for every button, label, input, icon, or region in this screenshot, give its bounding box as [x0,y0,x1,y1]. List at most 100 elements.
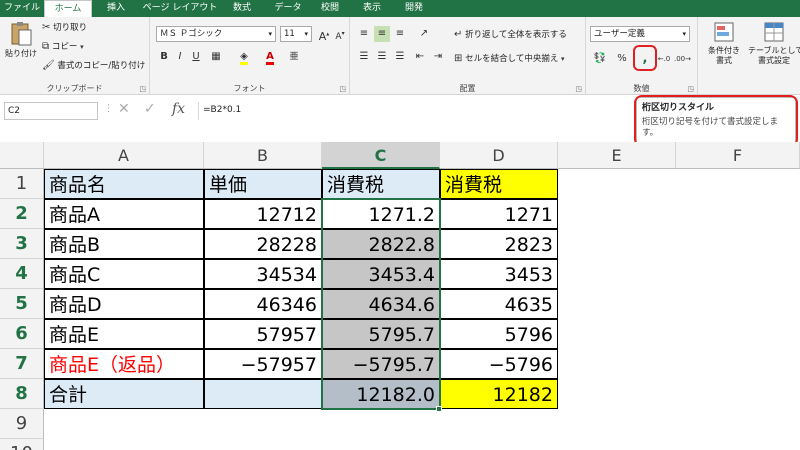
cancel-icon[interactable]: ✕ [118,101,130,117]
font-name-select[interactable]: ＭＳ Ｐゴシック ▾ [156,26,276,42]
cell-b7[interactable]: −57957 [204,349,322,379]
enter-icon[interactable]: ✓ [144,101,156,117]
dialog-launcher-icon[interactable]: ◳ [575,85,582,93]
tab-view[interactable]: 表示 [352,0,392,17]
row-header-3[interactable]: 3 [0,229,44,259]
cell-b1[interactable]: 単価 [204,169,322,199]
increase-decimal-button[interactable]: ←.0 [656,51,672,67]
dialog-launcher-icon[interactable]: ◳ [339,85,346,93]
italic-button[interactable]: I [172,49,188,65]
phonetic-button[interactable]: 亜 [286,49,302,65]
copy-button[interactable]: ⧉ コピー ▾ [42,40,84,52]
column-header-f[interactable]: F [676,142,800,169]
shrink-font-button[interactable]: A▾ [332,26,348,42]
row-header-1[interactable]: 1 [0,169,44,199]
cut-button[interactable]: ✂ 切り取り [42,21,87,33]
cell-a4[interactable]: 商品C [44,259,204,289]
cell-b2[interactable]: 12712 [204,199,322,229]
align-center-button[interactable]: ☰ [374,49,390,65]
cell-c5[interactable]: 4634.6 [322,289,440,319]
align-right-button[interactable]: ☰ [392,49,408,65]
row-header-9[interactable]: 9 [0,409,44,439]
align-bottom-button[interactable]: ≡ [392,26,408,42]
formula-input[interactable]: =B2*0.1 [198,102,638,120]
number-format-select[interactable]: ユーザー定義 ▾ [590,26,690,42]
tab-home[interactable]: ホーム [44,0,92,17]
tab-data[interactable]: データ [268,0,308,17]
cell-b6[interactable]: 57957 [204,319,322,349]
tab-formulas[interactable]: 数式 [222,0,262,17]
cell-a2[interactable]: 商品A [44,199,204,229]
format-as-table-button[interactable]: テーブルとして 書式設定 [748,21,800,66]
row-header-7[interactable]: 7 [0,349,44,379]
cell-d1[interactable]: 消費税 [440,169,558,199]
cell-c7[interactable]: −5795.7 [322,349,440,379]
borders-button[interactable]: ▦ [208,49,224,65]
cell-d8[interactable]: 12182 [440,379,558,409]
bold-button[interactable]: B [156,49,172,65]
tab-review[interactable]: 校閲 [310,0,350,17]
cell-b8[interactable] [204,379,322,409]
wrap-text-button[interactable]: ↵ 折り返して全体を表示する [454,28,567,40]
row-header-10[interactable]: 10 [0,439,44,450]
decrease-decimal-button[interactable]: .00→ [674,51,691,67]
cell-a7[interactable]: 商品E（返品） [44,349,204,379]
align-top-button[interactable]: ≡ [356,26,372,42]
font-color-button[interactable]: A [262,49,278,65]
conditional-formatting-button[interactable]: 条件付き 書式 [702,21,746,66]
cell-a8[interactable]: 合計 [44,379,204,409]
orientation-button[interactable]: ↗ [416,26,432,42]
row-header-4[interactable]: 4 [0,259,44,289]
cell-c1[interactable]: 消費税 [322,169,440,199]
row-header-6[interactable]: 6 [0,319,44,349]
column-header-c[interactable]: C [322,142,440,169]
cell-b5[interactable]: 46346 [204,289,322,319]
cell-c4[interactable]: 3453.4 [322,259,440,289]
cell-d3[interactable]: 2823 [440,229,558,259]
cell-a6[interactable]: 商品E [44,319,204,349]
increase-indent-button[interactable]: ⇥ [430,49,446,65]
cell-d7[interactable]: −5796 [440,349,558,379]
cell-b4[interactable]: 34534 [204,259,322,289]
dialog-launcher-icon[interactable]: ◳ [139,85,146,93]
paste-button[interactable]: 貼り付け [4,21,38,59]
cell-d4[interactable]: 3453 [440,259,558,289]
accounting-format-button[interactable]: 💱 [592,51,608,67]
name-box[interactable]: C2 [4,102,98,120]
cell-d6[interactable]: 5796 [440,319,558,349]
grow-font-button[interactable]: A▴ [316,26,332,43]
cell-c6[interactable]: 5795.7 [322,319,440,349]
underline-button[interactable]: U [188,49,204,65]
cell-c2[interactable]: 1271.2 [322,199,440,229]
cell-a5[interactable]: 商品D [44,289,204,319]
align-middle-button[interactable]: ≡ [374,26,390,42]
insert-function-icon[interactable]: fx [172,101,185,117]
cell-c3[interactable]: 2822.8 [322,229,440,259]
cell-a1[interactable]: 商品名 [44,169,204,199]
column-header-e[interactable]: E [558,142,676,169]
cell-a3[interactable]: 商品B [44,229,204,259]
fill-color-button[interactable]: ◈ [236,49,252,65]
cell-d2[interactable]: 1271 [440,199,558,229]
tab-page-layout[interactable]: ページ レイアウト [140,0,220,17]
cell-b3[interactable]: 28228 [204,229,322,259]
decrease-indent-button[interactable]: ⇤ [412,49,428,65]
fill-handle[interactable] [436,406,442,412]
font-size-select[interactable]: 11 ▾ [280,26,312,42]
row-header-5[interactable]: 5 [0,289,44,319]
tab-file[interactable]: ファイル [0,0,44,17]
tab-insert[interactable]: 挿入 [96,0,136,17]
cell-c8[interactable]: 12182.0 [322,379,440,409]
cell-d5[interactable]: 4635 [440,289,558,319]
merge-center-button[interactable]: ⊞ セルを結合して中央揃え ▾ [454,52,565,64]
column-header-d[interactable]: D [440,142,558,169]
column-header-b[interactable]: B [204,142,322,169]
dialog-launcher-icon[interactable]: ◳ [687,85,694,93]
select-all-corner[interactable] [0,142,44,169]
row-header-8[interactable]: 8 [0,379,44,409]
percent-style-button[interactable]: % [614,51,630,67]
format-painter-button[interactable]: 🖌 書式のコピー/貼り付け [42,59,145,71]
row-header-2[interactable]: 2 [0,199,44,229]
align-left-button[interactable]: ☰ [356,49,372,65]
tab-developer[interactable]: 開発 [394,0,434,17]
